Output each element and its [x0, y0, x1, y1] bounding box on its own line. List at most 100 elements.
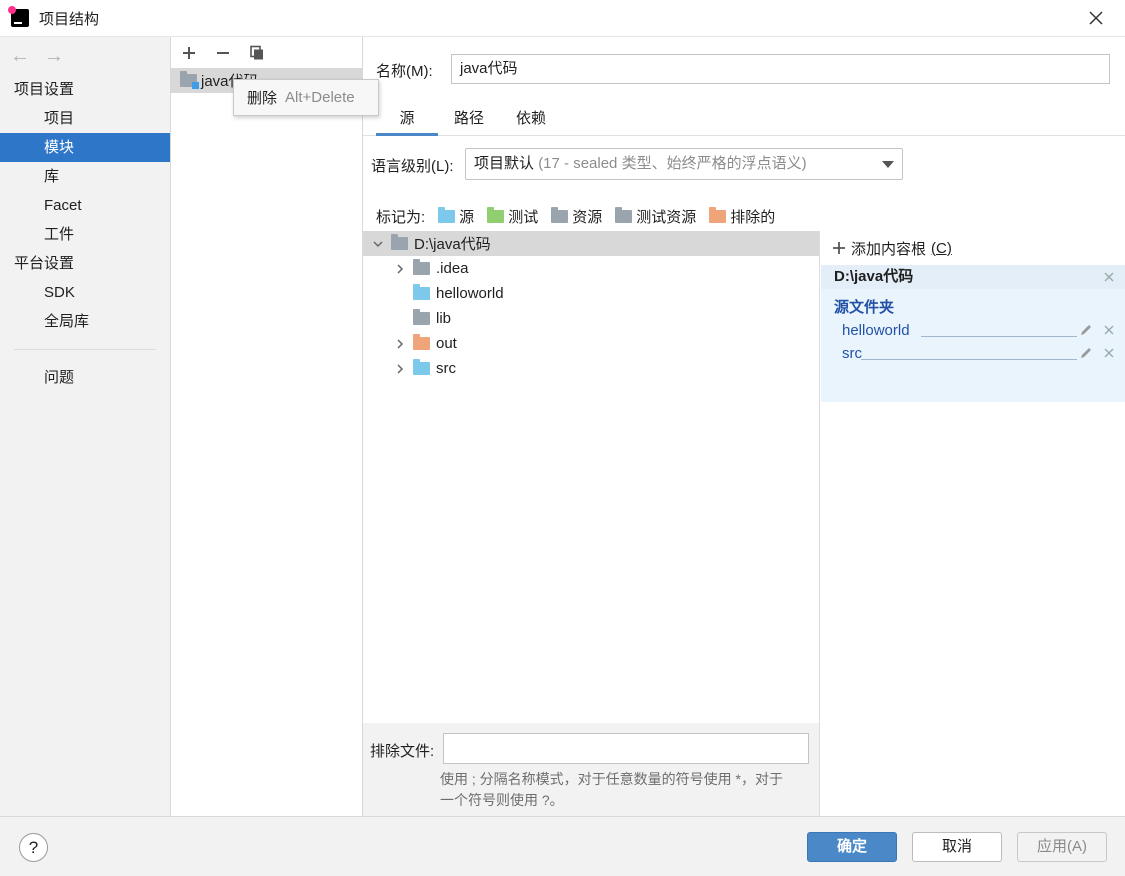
close-icon[interactable]: [1103, 324, 1115, 336]
nav-group-platform-settings: 平台设置: [14, 255, 75, 272]
tree-row-label: .idea: [436, 260, 469, 277]
add-content-root-button[interactable]: 添加内容根 (C): [821, 231, 1125, 265]
chevron-right-icon[interactable]: [393, 262, 407, 276]
window-title: 项目结构: [39, 10, 100, 28]
settings-navigation: ← → 项目设置 项目 模块 库 Facet 工件 平台设置 SDK 全局库 问…: [0, 37, 171, 816]
add-content-root-label: 添加内容根: [851, 240, 927, 258]
tree-root-label: D:\java代码: [414, 236, 491, 253]
tree-row-src[interactable]: src: [363, 356, 819, 381]
nav-item-sdk[interactable]: SDK: [0, 278, 170, 307]
mark-as-sources-button[interactable]: 源: [438, 206, 474, 227]
exclude-files-section: 排除文件: 使用 ; 分隔名称模式，对于任意数量的符号使用 *，对于 一个符号则…: [363, 723, 820, 816]
copy-module-button[interactable]: [248, 44, 266, 62]
nav-item-global-libraries[interactable]: 全局库: [0, 307, 170, 336]
exclude-files-input[interactable]: [443, 733, 809, 764]
source-folder-entry[interactable]: helloworld: [821, 319, 1125, 342]
chevron-right-icon[interactable]: [393, 362, 407, 376]
forward-arrow-icon[interactable]: →: [44, 45, 64, 68]
tree-row-label: src: [436, 360, 456, 377]
tree-row-label: lib: [436, 310, 452, 327]
exclude-help-line: 一个符号则使用 ?。: [440, 792, 564, 808]
mark-as-test-resources-button[interactable]: 测试资源: [615, 206, 696, 227]
content-root-path: D:\java代码: [834, 268, 914, 285]
mark-as-excluded-label: 排除的: [730, 208, 776, 226]
tree-root-row[interactable]: D:\java代码: [363, 231, 819, 256]
mark-as-resources-button[interactable]: 资源: [551, 206, 602, 227]
pencil-icon[interactable]: [1079, 346, 1093, 360]
nav-item-modules[interactable]: 模块: [0, 133, 170, 162]
content-root-header: D:\java代码: [821, 265, 1125, 289]
title-bar: 项目结构: [0, 0, 1125, 37]
tooltip-label: 删除: [247, 90, 278, 107]
remove-content-root-icon[interactable]: [1103, 271, 1115, 283]
chevron-right-icon[interactable]: [393, 337, 407, 351]
tab-sources[interactable]: 源: [376, 102, 438, 136]
add-module-button[interactable]: [180, 44, 198, 62]
mark-as-test-resources-label: 测试资源: [636, 208, 697, 226]
intellij-logo-icon: [8, 6, 29, 27]
module-name-input[interactable]: java代码: [451, 54, 1110, 84]
close-window-button[interactable]: [1085, 7, 1107, 29]
tree-row-idea[interactable]: .idea: [363, 256, 819, 281]
folder-tree: D:\java代码 .idea helloworld lib out src: [363, 231, 820, 723]
language-level-label: 语言级别(L):: [371, 158, 454, 175]
source-folder-icon: [413, 359, 430, 375]
nav-group-project-settings: 项目设置: [14, 81, 75, 98]
remove-module-button[interactable]: [214, 44, 232, 62]
nav-item-facets[interactable]: Facet: [0, 191, 170, 220]
mark-as-excluded-button[interactable]: 排除的: [709, 206, 775, 227]
nav-item-artifacts[interactable]: 工件: [0, 220, 170, 249]
dialog-footer: ? 确定 取消 应用(A): [0, 816, 1125, 876]
plus-icon: [833, 242, 845, 254]
nav-item-project[interactable]: 项目: [0, 104, 170, 133]
tree-row-helloworld[interactable]: helloworld: [363, 281, 819, 306]
mark-as-label: 标记为:: [376, 208, 426, 226]
cancel-button[interactable]: 取消: [912, 832, 1002, 862]
source-folder-name: helloworld: [842, 322, 910, 339]
tab-paths[interactable]: 路径: [441, 102, 497, 136]
help-button[interactable]: ?: [19, 833, 48, 862]
content-root-body: 源文件夹 helloworld src: [821, 289, 1125, 402]
close-icon: [1089, 11, 1103, 25]
nav-item-libraries[interactable]: 库: [0, 162, 170, 191]
history-navigation: ← →: [0, 37, 170, 75]
language-level-select[interactable]: 项目默认 (17 - sealed 类型、始终严格的浮点语义): [465, 148, 903, 180]
module-folder-icon: [180, 71, 199, 89]
tooltip-shortcut: Alt+Delete: [285, 89, 355, 106]
mark-as-toolbar: 标记为: 源 测试 资源 测试资源 排除的: [376, 205, 775, 227]
mark-as-resources-label: 资源: [572, 208, 603, 226]
test-resources-folder-icon: [615, 206, 633, 223]
plus-icon: [183, 46, 195, 59]
close-icon[interactable]: [1103, 347, 1115, 359]
minus-icon: [217, 51, 229, 54]
tree-row-label: helloworld: [436, 285, 504, 302]
module-toolbar: [171, 37, 362, 68]
ok-button[interactable]: 确定: [807, 832, 897, 862]
nav-divider: [14, 349, 156, 350]
copy-icon: [250, 45, 263, 59]
nav-item-problems[interactable]: 问题: [0, 363, 170, 392]
language-level-detail: (17 - sealed 类型、始终严格的浮点语义): [538, 155, 807, 172]
back-arrow-icon[interactable]: ←: [10, 45, 30, 68]
excluded-folder-icon: [413, 334, 430, 350]
tree-row-lib[interactable]: lib: [363, 306, 819, 331]
exclude-files-label: 排除文件:: [370, 743, 435, 760]
source-folders-heading: 源文件夹: [834, 299, 895, 316]
tree-row-out[interactable]: out: [363, 331, 819, 356]
chevron-down-icon[interactable]: [371, 237, 385, 251]
mark-as-tests-label: 测试: [508, 208, 539, 226]
resources-folder-icon: [551, 206, 569, 223]
apply-button[interactable]: 应用(A): [1017, 832, 1107, 862]
pencil-icon[interactable]: [1079, 323, 1093, 337]
tab-dependencies[interactable]: 依赖: [503, 102, 559, 136]
source-folder-entry[interactable]: src: [821, 342, 1125, 365]
module-list-pane: java代码: [171, 37, 363, 816]
module-tabs: 源 路径 依赖: [363, 102, 1125, 136]
language-level-value: 项目默认: [474, 155, 535, 172]
exclude-files-help: 使用 ; 分隔名称模式，对于任意数量的符号使用 *，对于 一个符号则使用 ?。: [440, 769, 812, 811]
add-content-root-shortcut: (C): [931, 239, 952, 257]
chevron-down-icon: [882, 161, 894, 168]
tree-row-label: out: [436, 335, 457, 352]
mark-as-tests-button[interactable]: 测试: [487, 206, 538, 227]
source-folder-name: src: [842, 345, 862, 362]
